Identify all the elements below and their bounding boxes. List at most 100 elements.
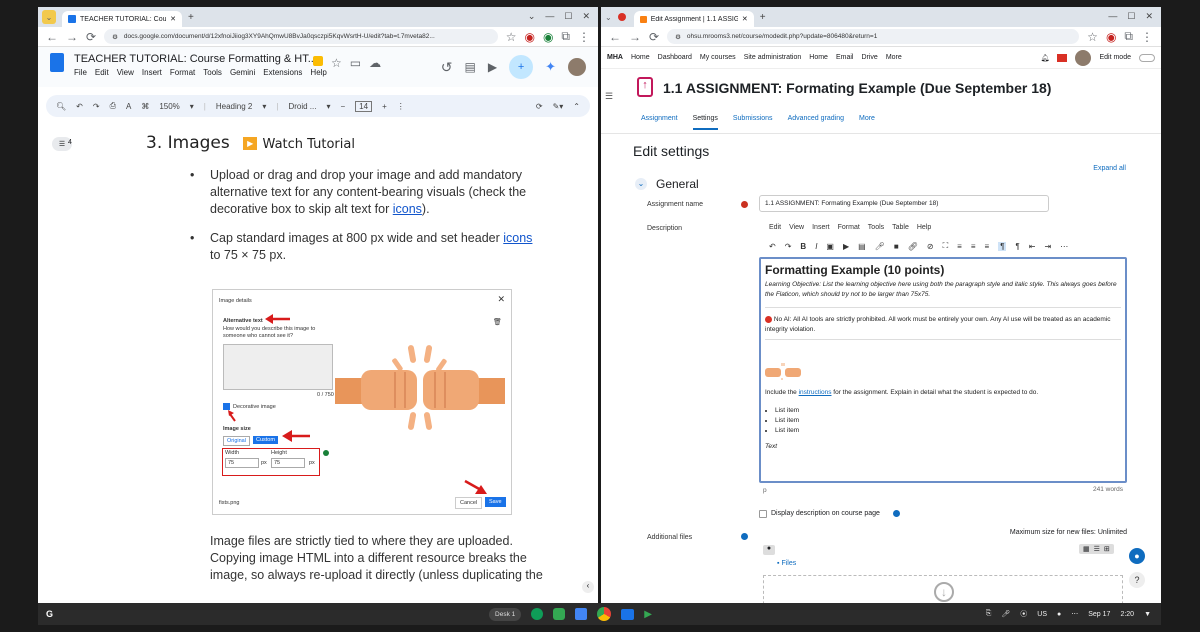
help-icon[interactable] <box>893 510 900 517</box>
nav-dashboard[interactable]: Dashboard <box>658 54 692 61</box>
more-options-icon[interactable]: ⋮ <box>397 102 405 111</box>
menu-extensions[interactable]: Extensions <box>263 68 302 77</box>
dictation-icon[interactable]: ⦿ <box>1020 609 1027 619</box>
undo-icon[interactable]: ↶ <box>769 242 776 251</box>
site-name[interactable]: MHA <box>607 54 623 61</box>
editor-menu-format[interactable]: Format <box>838 224 860 231</box>
docs-logo-icon[interactable] <box>50 53 64 72</box>
editor-content[interactable]: Formatting Example (10 points) Learning … <box>759 257 1127 483</box>
back-icon[interactable]: ← <box>46 30 58 44</box>
url-field[interactable]: ⚙ docs.google.com/document/d/12xfnoiJiio… <box>104 29 498 44</box>
editing-mode-icon[interactable]: ✎▾ <box>553 102 564 111</box>
menu-tools[interactable]: Tools <box>203 68 222 77</box>
image-icon[interactable]: ▣ <box>826 242 834 251</box>
icons-link[interactable]: icons <box>393 202 422 216</box>
extension-icon[interactable]: ◉ <box>1106 30 1116 44</box>
avatar[interactable] <box>1075 49 1092 66</box>
forward-icon[interactable]: → <box>629 30 641 44</box>
nav-drive[interactable]: Drive <box>861 54 877 61</box>
desk-button[interactable]: Desk 1 <box>489 607 522 621</box>
paint-format-icon[interactable]: ⌘ <box>141 102 149 111</box>
editor-menu-table[interactable]: Table <box>892 224 909 231</box>
tab-more[interactable]: More <box>859 115 875 130</box>
tab-moodle[interactable]: Edit Assignment | 1.1 ASSIGN ✕ <box>633 11 754 27</box>
media-icon[interactable]: ▶ <box>843 242 849 251</box>
increase-font-icon[interactable]: + <box>382 102 387 111</box>
move-folder-icon[interactable]: ▭ <box>350 56 361 70</box>
fullscreen-icon[interactable]: ⛶ <box>943 241 949 251</box>
decrease-font-icon[interactable]: − <box>340 102 345 111</box>
undo-icon[interactable]: ↶ <box>76 102 83 111</box>
bold-icon[interactable]: B <box>800 242 806 251</box>
general-section-heading[interactable]: General <box>656 177 699 191</box>
help-question-icon[interactable]: ? <box>1129 572 1145 588</box>
tab-submissions[interactable]: Submissions <box>733 115 773 130</box>
minimize-icon[interactable]: — <box>1108 11 1117 22</box>
close-tab-icon[interactable]: ✕ <box>170 15 176 23</box>
gemini-icon[interactable]: ✦ <box>545 59 556 75</box>
display-description-checkbox[interactable] <box>759 510 767 518</box>
clipboard-icon[interactable]: ⎘ <box>986 610 992 618</box>
editor-menu-tools[interactable]: Tools <box>868 224 884 231</box>
ltr-icon[interactable]: ¶ <box>998 241 1007 251</box>
phone-app-icon[interactable] <box>531 608 544 620</box>
unlink-icon[interactable]: ⊘ <box>927 242 934 251</box>
close-window-icon[interactable]: ✕ <box>582 11 590 22</box>
nav-more[interactable]: More <box>886 54 902 61</box>
expand-all-link[interactable]: Expand all <box>1093 165 1126 172</box>
clock[interactable]: 2:20 <box>1120 611 1134 618</box>
new-tab-icon[interactable]: + <box>188 12 194 23</box>
menu-insert[interactable]: Insert <box>142 68 162 77</box>
bell-icon[interactable]: 🔔︎ <box>1041 54 1050 62</box>
reload-icon[interactable]: ⟳ <box>649 30 659 44</box>
date-display[interactable]: Sep 17 <box>1088 611 1110 618</box>
reload-icon[interactable]: ⟳ <box>86 30 96 44</box>
minimize-icon[interactable]: — <box>545 11 554 22</box>
bookmark-icon[interactable]: ☆ <box>506 30 517 44</box>
nav-site-administration[interactable]: Site administration <box>744 54 802 61</box>
align-left-icon[interactable]: ≡ <box>957 242 962 251</box>
back-icon[interactable]: ← <box>609 30 621 44</box>
tab-search-icon[interactable]: ⌄ <box>605 13 612 22</box>
tree-view-icon[interactable]: ⊞ <box>1104 545 1110 553</box>
ai-icon[interactable]: ⟳ <box>536 102 543 111</box>
files-app-icon[interactable] <box>621 608 635 620</box>
chat-icon[interactable]: ● <box>1129 548 1145 564</box>
italic-icon[interactable]: I <box>815 242 817 251</box>
files-folder[interactable]: ▪ Files <box>777 560 796 567</box>
tab-docs[interactable]: TEACHER TUTORIAL: Course F ✕ <box>62 11 182 27</box>
grid-view-icon[interactable]: ▦ <box>1083 545 1090 553</box>
help-icon[interactable] <box>741 533 748 540</box>
link-icon[interactable]: 🔗︎ <box>908 242 918 251</box>
tab-settings[interactable]: Settings <box>692 115 718 130</box>
new-tab-icon[interactable]: + <box>760 12 766 23</box>
more-icon[interactable]: ⋯ <box>1060 242 1068 251</box>
chevron-down-icon[interactable]: ⌄ <box>635 178 647 190</box>
site-info-icon[interactable]: ⚙ <box>112 33 118 41</box>
extensions-icon[interactable]: ⧉ <box>561 29 570 44</box>
redo-icon[interactable]: ↷ <box>785 242 792 251</box>
collapse-icon[interactable]: ⌃ <box>573 102 580 111</box>
list-view-icon[interactable]: ☰ <box>1094 545 1100 553</box>
align-right-icon[interactable]: ≡ <box>985 242 990 251</box>
site-info-icon[interactable]: ⚙ <box>675 33 681 41</box>
nav-home[interactable]: Home <box>631 54 650 61</box>
classroom-app-icon[interactable] <box>553 608 566 620</box>
print-icon[interactable]: ⎙ <box>110 101 116 111</box>
rtl-icon[interactable]: ¶ <box>1015 242 1019 251</box>
meet-icon[interactable]: ▶ <box>488 60 497 74</box>
assignment-name-field[interactable]: 1.1 ASSIGNMENT: Formating Example (Due S… <box>759 195 1049 212</box>
style-select[interactable]: Heading 2 <box>216 102 252 111</box>
menu-icon[interactable]: ⋮ <box>578 30 590 44</box>
extensions-icon[interactable]: ⧉ <box>1124 29 1133 44</box>
h5p-icon[interactable]: ▤ <box>858 242 866 251</box>
menu-format[interactable]: Format <box>170 68 195 77</box>
close-window-icon[interactable]: ✕ <box>1145 11 1153 22</box>
nav-my-courses[interactable]: My courses <box>700 54 736 61</box>
play-store-icon[interactable]: ▶ <box>644 609 652 620</box>
microphone-icon[interactable]: 🎤︎ <box>875 242 885 251</box>
minimize-icon[interactable]: ⌄ <box>528 11 536 22</box>
menu-help[interactable]: Help <box>310 68 326 77</box>
record-icon[interactable]: ● <box>1057 611 1061 618</box>
editor-menu-help[interactable]: Help <box>917 224 931 231</box>
